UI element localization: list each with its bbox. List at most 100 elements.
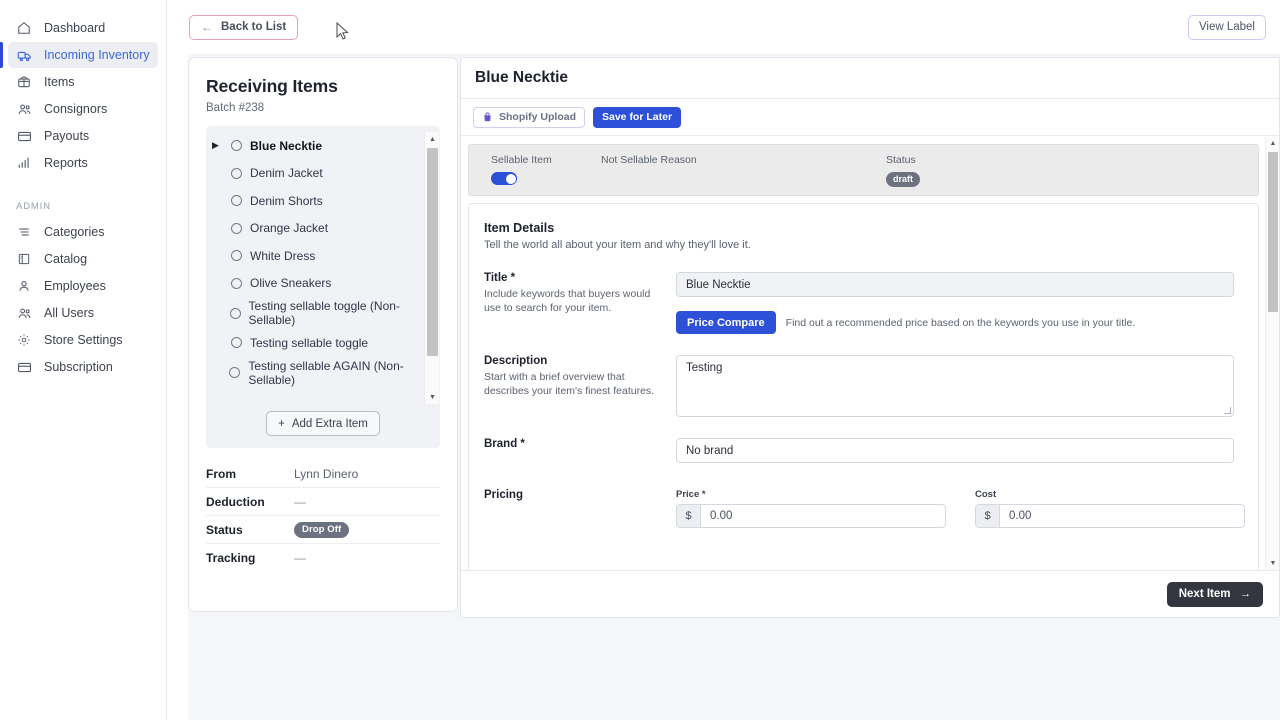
caret-right-icon: ▶ xyxy=(212,140,219,151)
sidebar-item-label: Incoming Inventory xyxy=(44,48,150,62)
list-item[interactable]: Denim Shorts xyxy=(206,187,422,215)
title-label-col: Title * Include keywords that buyers wou… xyxy=(484,272,676,334)
cost-label: Cost xyxy=(975,489,997,500)
sidebar-item-payouts[interactable]: Payouts xyxy=(8,123,158,149)
list-item[interactable]: ▶ Blue Necktie xyxy=(206,132,422,160)
list-item[interactable]: Testing sellable toggle (Non-Sellable) xyxy=(206,297,422,329)
radio-icon[interactable] xyxy=(231,222,242,234)
radio-icon[interactable] xyxy=(229,367,241,378)
resize-grip-icon[interactable] xyxy=(1224,407,1231,414)
top-toolbar: ← Back to List View Label xyxy=(167,0,1280,54)
sidebar-item-categories[interactable]: Categories xyxy=(8,219,158,245)
meta-key: From xyxy=(206,466,236,481)
brand-field-row: Brand * No brand xyxy=(484,438,1236,463)
arrow-left-icon: ← xyxy=(201,20,213,34)
list-item-label: Denim Shorts xyxy=(250,193,323,208)
sidebar-item-label: Catalog xyxy=(44,252,88,266)
item-list-container: ▶ Blue Necktie Denim Jacket Denim Shorts… xyxy=(206,126,440,448)
table-row: Tracking — xyxy=(206,544,440,572)
sidebar-item-items[interactable]: Items xyxy=(8,69,158,95)
card-icon xyxy=(16,359,32,375)
pricing-label-col: Pricing xyxy=(484,489,676,528)
radio-icon[interactable] xyxy=(231,195,242,207)
scroll-up-arrow-icon[interactable]: ▲ xyxy=(425,132,440,146)
sidebar-item-catalog[interactable]: Catalog xyxy=(8,246,158,272)
save-for-later-button[interactable]: Save for Later xyxy=(593,106,682,128)
item-list[interactable]: ▶ Blue Necktie Denim Jacket Denim Shorts… xyxy=(206,132,440,404)
title-field-row: Title * Include keywords that buyers wou… xyxy=(484,272,1236,334)
brand-input-col: No brand xyxy=(676,438,1236,463)
receiving-items-title: Receiving Items xyxy=(206,76,338,96)
scroll-up-arrow-icon[interactable]: ▲ xyxy=(1266,137,1279,150)
meta-value-deduction: — xyxy=(294,494,306,509)
shopify-upload-button[interactable]: Shopify Upload xyxy=(473,106,585,128)
radio-icon[interactable] xyxy=(231,167,242,179)
sidebar-item-subscription[interactable]: Subscription xyxy=(8,354,158,380)
content-region: Receiving Items Batch #238 ▶ Blue Neckti… xyxy=(188,54,1280,720)
title-field-label: Title * xyxy=(484,272,516,284)
table-row: From Lynn Dinero xyxy=(206,460,440,488)
book-icon xyxy=(16,251,32,267)
meta-key: Tracking xyxy=(206,551,256,565)
radio-icon[interactable] xyxy=(231,337,242,349)
scroll-down-arrow-icon[interactable]: ▼ xyxy=(425,390,440,404)
list-item[interactable]: Orange Jacket xyxy=(206,215,422,243)
sidebar-item-employees[interactable]: Employees xyxy=(8,273,158,299)
status-strip: Sellable Item Not Sellable Reason Status… xyxy=(468,144,1259,196)
item-detail-panel: Blue Necktie Shopify Upload Save for Lat… xyxy=(460,57,1280,618)
scroll-down-arrow-icon[interactable]: ▼ xyxy=(1266,557,1279,570)
list-item[interactable]: Denim Jacket xyxy=(206,160,422,188)
sellable-item-toggle[interactable] xyxy=(491,172,517,185)
price-input[interactable]: $ 0.00 xyxy=(676,504,946,528)
list-item[interactable]: White Dress xyxy=(206,242,422,270)
card-icon xyxy=(16,128,32,144)
sidebar-item-label: Employees xyxy=(44,279,106,293)
cost-value[interactable]: 0.00 xyxy=(1000,505,1244,527)
radio-icon[interactable] xyxy=(231,277,242,289)
sidebar-item-label: Payouts xyxy=(44,129,90,143)
brand-input[interactable]: No brand xyxy=(676,438,1234,463)
sidebar-item-store-settings[interactable]: Store Settings xyxy=(8,327,158,353)
shopify-upload-label: Shopify Upload xyxy=(499,111,576,123)
description-field-row: Description Start with a brief overview … xyxy=(484,355,1236,417)
sidebar-item-all-users[interactable]: All Users xyxy=(8,300,158,326)
list-item[interactable]: Olive Sneakers xyxy=(206,270,422,298)
title-input-col: Blue Necktie Price Compare Find out a re… xyxy=(676,272,1236,334)
next-item-button[interactable]: Next Item → xyxy=(1166,581,1263,607)
plus-icon: + xyxy=(278,417,285,430)
view-label-button[interactable]: View Label xyxy=(1187,14,1266,40)
scrollbar-thumb[interactable] xyxy=(1268,152,1278,312)
back-to-list-button[interactable]: ← Back to List xyxy=(189,14,299,40)
radio-icon[interactable] xyxy=(231,250,242,262)
app-root: Dashboard Incoming Inventory Items Consi… xyxy=(0,0,1280,720)
radio-icon[interactable] xyxy=(229,307,241,319)
detail-scrollbar[interactable]: ▲ ▼ xyxy=(1265,137,1279,570)
sidebar-item-dashboard[interactable]: Dashboard xyxy=(8,15,158,41)
person-icon xyxy=(16,278,32,294)
sellable-item-group: Sellable Item xyxy=(491,154,601,185)
price-compare-button[interactable]: Price Compare xyxy=(676,311,776,334)
title-input[interactable]: Blue Necktie xyxy=(676,272,1234,297)
bar-chart-icon xyxy=(16,155,32,171)
item-detail-footer: Next Item → xyxy=(461,570,1279,617)
list-item[interactable]: Testing sellable toggle xyxy=(206,329,422,357)
list-item[interactable]: Testing sellable AGAIN (Non-Sellable) xyxy=(206,357,422,389)
sidebar-item-label: Categories xyxy=(44,225,105,239)
cost-input[interactable]: $ 0.00 xyxy=(975,504,1245,528)
status-group: Status draft xyxy=(886,154,920,187)
users-icon xyxy=(16,101,32,117)
list-item-label: Denim Jacket xyxy=(250,166,323,181)
scrollbar-thumb[interactable] xyxy=(427,148,438,356)
next-item-label: Next Item xyxy=(1178,588,1231,600)
item-list-scrollbar[interactable]: ▲ ▼ xyxy=(424,132,439,404)
sidebar-item-consignors[interactable]: Consignors xyxy=(8,96,158,122)
radio-icon[interactable] xyxy=(231,140,242,152)
price-value[interactable]: 0.00 xyxy=(701,505,945,527)
sidebar-item-reports[interactable]: Reports xyxy=(8,150,158,176)
meta-key: Status xyxy=(206,522,243,537)
description-textarea[interactable]: Testing xyxy=(676,355,1234,417)
sidebar: Dashboard Incoming Inventory Items Consi… xyxy=(0,0,167,720)
add-extra-item-button[interactable]: + Add Extra Item xyxy=(266,411,380,436)
sidebar-item-incoming-inventory[interactable]: Incoming Inventory xyxy=(0,42,158,68)
